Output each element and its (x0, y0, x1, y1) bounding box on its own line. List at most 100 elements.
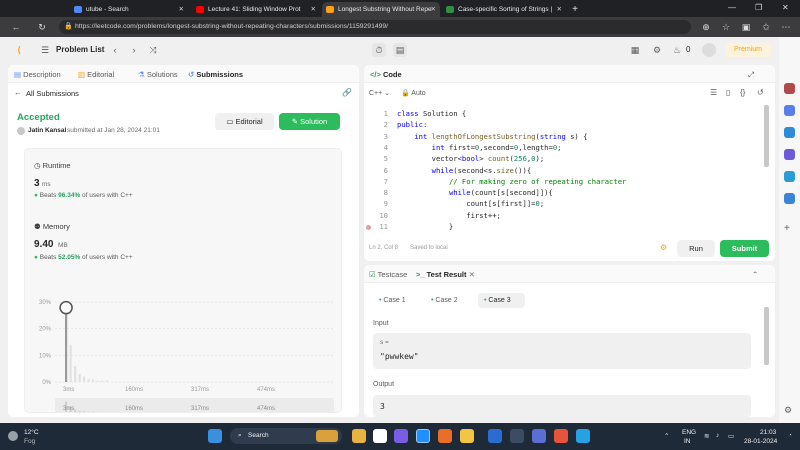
browser-tab-1[interactable]: utube - Search ✕ (70, 2, 188, 17)
list-icon[interactable]: ☰ (38, 43, 52, 57)
task-view-icon[interactable] (373, 429, 387, 443)
back-arrow-icon[interactable]: ← (14, 88, 22, 97)
breakpoint-dot[interactable] (366, 225, 371, 230)
sidebar-app-icon-6[interactable] (784, 193, 795, 204)
volume-icon[interactable]: ♪ (716, 432, 719, 439)
tab-submissions[interactable]: ↺ Submissions (188, 70, 243, 79)
tab-description[interactable]: ▤ Description (14, 70, 61, 79)
widgets-icon[interactable] (352, 429, 366, 443)
code-line[interactable]: 1 class Solution { (364, 108, 764, 119)
more-menu-icon[interactable]: ⋯ (780, 21, 792, 33)
histogram-bar[interactable] (105, 380, 108, 382)
submit-button[interactable]: Submit (720, 240, 769, 257)
tab-solutions[interactable]: ⚗ Solutions (138, 70, 178, 79)
histogram-bar[interactable] (87, 379, 90, 382)
histogram-bar[interactable] (69, 344, 72, 382)
brave-icon[interactable] (554, 429, 568, 443)
debug-icon[interactable]: ⚙ (660, 243, 667, 252)
browser-tab-4[interactable]: Case-specific Sorting of Strings | ✕ (442, 2, 566, 17)
avatar[interactable] (702, 43, 716, 57)
code-line[interactable]: 8 while(count[s[second]]){ (364, 187, 764, 198)
weather-icon[interactable] (8, 431, 18, 441)
favorites-bar-icon[interactable]: ✩ (760, 21, 772, 33)
close-tab-icon[interactable]: ✕ (431, 2, 436, 17)
case-tab-3-active[interactable]: • Case 3 (478, 293, 525, 308)
browser-tab-2[interactable]: Lecture 41: Sliding Window Prot ✕ (192, 2, 320, 17)
url-field[interactable]: 🔒 https://leetcode.com/problems/longest-… (59, 20, 691, 34)
notes-icon[interactable]: ▤ (393, 43, 407, 57)
sidebar-app-icon-5[interactable] (784, 171, 795, 182)
code-line[interactable]: 10 first++; (364, 210, 764, 221)
close-tab-icon[interactable]: ✕ (557, 2, 562, 17)
battery-icon[interactable]: ▭ (728, 432, 734, 440)
sidebar-app-icon-4[interactable] (784, 149, 795, 160)
code-scrollbar[interactable] (764, 105, 769, 167)
tray-chevron-icon[interactable]: ⌃ (664, 432, 669, 440)
language-select[interactable]: C++ ⌄ (369, 89, 390, 97)
store-icon[interactable] (488, 429, 502, 443)
code-line[interactable]: 3 int lengthOfLongestSubstring(string s)… (364, 131, 764, 142)
case-tab-1[interactable]: • Case 1 (379, 297, 406, 304)
close-result-icon[interactable]: ✕ (469, 270, 475, 279)
browser-tab-3-active[interactable]: Longest Substring Without Repe ✕ (322, 2, 440, 17)
reset-icon[interactable]: ↺ (757, 88, 764, 97)
app-icon[interactable] (510, 429, 524, 443)
link-icon[interactable]: 🔗 (342, 88, 352, 97)
code-line[interactable]: 6 while(second<s.size()){ (364, 165, 764, 176)
notification-icon[interactable]: ◔ (788, 432, 792, 439)
app-icon-2[interactable] (532, 429, 546, 443)
histogram-bar[interactable] (74, 366, 77, 382)
file-explorer-icon[interactable] (460, 429, 474, 443)
timer-icon[interactable]: ⏱ (372, 43, 386, 57)
user-avatar[interactable] (17, 127, 25, 135)
tab-editorial[interactable]: ▥ Editorial (78, 70, 114, 79)
code-line[interactable]: 11 } (364, 221, 764, 232)
run-button[interactable]: Run (677, 240, 715, 257)
sidebar-settings-icon[interactable]: ⚙ (784, 405, 792, 416)
sidebar-app-icon-3[interactable] (784, 127, 795, 138)
edge-browser-icon[interactable] (416, 429, 430, 443)
histogram-bar[interactable] (101, 380, 104, 382)
histogram-bar[interactable] (65, 312, 68, 382)
lang-eng[interactable]: ENG (682, 429, 696, 436)
shuffle-icon[interactable]: ⤨ (146, 43, 160, 57)
tab-test-result[interactable]: >_ Test Result ✕ (416, 270, 475, 279)
case-tab-2[interactable]: • Case 2 (431, 297, 458, 304)
format-icon[interactable]: ☰ (710, 88, 717, 97)
new-tab-button[interactable]: + (568, 2, 582, 17)
premium-button[interactable]: Premium (725, 43, 771, 57)
auto-mode-toggle[interactable]: 🔒 Auto (401, 89, 426, 97)
code-line[interactable]: 9 count[s[first]]=0; (364, 198, 764, 209)
histogram-bar[interactable] (83, 376, 86, 382)
solution-button[interactable]: ✎ Solution (279, 113, 340, 130)
username[interactable]: Jatin Kansal (28, 127, 66, 134)
bookmark-icon[interactable]: ▯ (726, 88, 730, 97)
code-editor[interactable]: 1 class Solution {2 public: 3 int lengthOfL… (364, 108, 764, 232)
weather-temp[interactable]: 12°C (24, 429, 39, 436)
refresh-icon[interactable]: ↻ (36, 21, 48, 33)
clock-time[interactable]: 21:03 (760, 429, 776, 436)
teams-icon[interactable] (394, 429, 408, 443)
code-line[interactable]: 5 vector<bool> count(256,0); (364, 153, 764, 164)
close-tab-icon[interactable]: ✕ (311, 2, 316, 17)
next-problem-icon[interactable]: › (127, 43, 141, 57)
leetcode-logo-icon[interactable]: ⟨ (12, 43, 26, 57)
code-line[interactable]: 2 public: (364, 119, 764, 130)
taskbar-search[interactable]: ⌕ Search (230, 428, 342, 444)
close-tab-icon[interactable]: ✕ (179, 2, 184, 17)
fire-icon[interactable]: ♨ (670, 43, 684, 57)
prev-problem-icon[interactable]: ‹ (108, 43, 122, 57)
histogram-bar[interactable] (96, 380, 99, 382)
code-line[interactable]: 4 int first=0,second=0,length=0; (364, 142, 764, 153)
result-scrollbar[interactable] (764, 307, 769, 365)
minimize-icon[interactable]: — (728, 3, 736, 12)
problem-list-link[interactable]: Problem List (56, 45, 104, 54)
firefox-icon[interactable] (438, 429, 452, 443)
selected-marker[interactable] (59, 300, 73, 315)
favorites-icon[interactable]: ☆ (720, 21, 732, 33)
editorial-button[interactable]: ▭ Editorial (215, 113, 274, 130)
code-line[interactable]: 7 // For making zero of repeating charac… (364, 176, 764, 187)
all-submissions-link[interactable]: All Submissions (26, 89, 79, 98)
histogram-bar[interactable] (78, 374, 81, 382)
tab-edge-start[interactable] (2, 2, 48, 17)
